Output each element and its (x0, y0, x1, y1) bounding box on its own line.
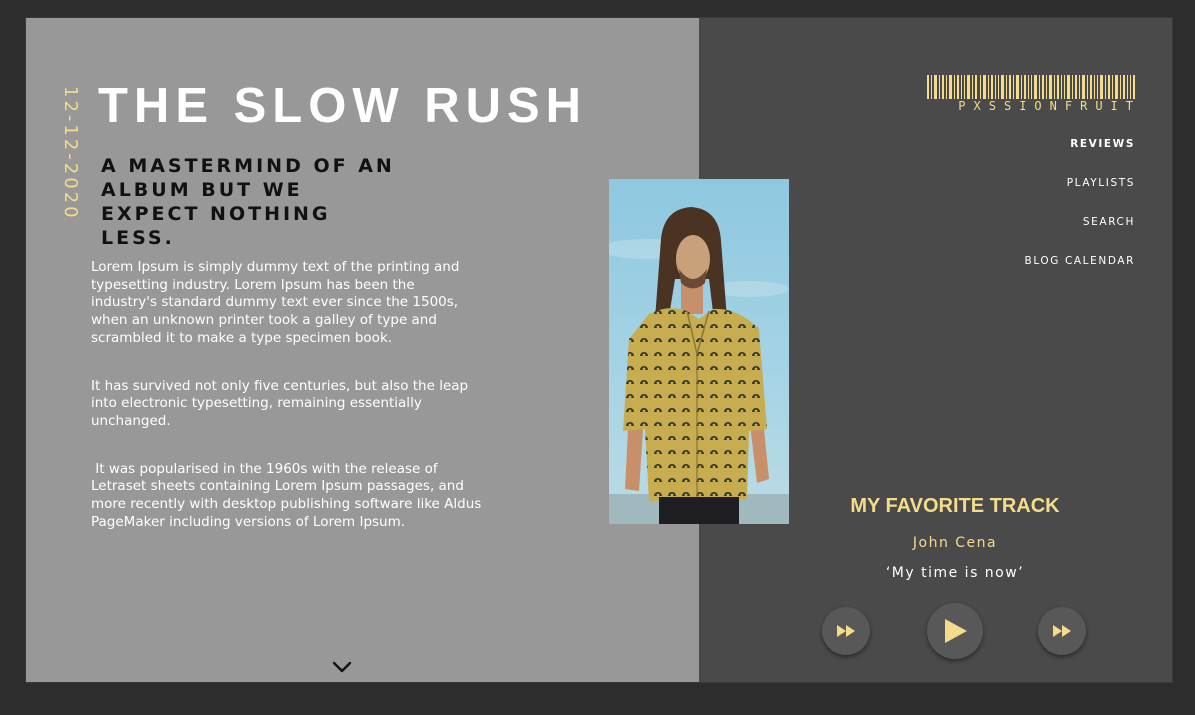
review-paragraph-3: It was popularised in the 1960s with the… (91, 460, 486, 530)
album-subtitle: A MASTERMIND OF AN ALBUM BUT WE EXPECT N… (101, 155, 395, 249)
previous-button[interactable] (822, 607, 870, 655)
track-title: ‘My time is now’ (885, 565, 1025, 581)
chevron-down-icon[interactable] (332, 660, 352, 674)
artist-photo (609, 179, 789, 524)
nav-item-playlists[interactable]: PLAYLISTS (1025, 176, 1135, 215)
main-nav: REVIEWS PLAYLISTS SEARCH BLOG CALENDAR (1025, 137, 1135, 293)
track-artist: John Cena (912, 535, 998, 551)
favorite-track: MY FAVORITE TRACK John Cena ‘My time is … (800, 495, 1110, 581)
nav-item-search[interactable]: SEARCH (1025, 215, 1135, 254)
barcode-icon (927, 75, 1135, 99)
nav-item-reviews[interactable]: REVIEWS (1025, 137, 1135, 176)
track-heading: MY FAVORITE TRACK (850, 495, 1060, 517)
nav-item-blog-calendar[interactable]: BLOG CALENDAR (1025, 254, 1135, 293)
release-date: 12-12-2020 (60, 86, 81, 221)
brand-name: PXSSIONFRUIT (958, 99, 1141, 113)
fast-forward-icon (837, 625, 855, 637)
review-body: Lorem Ipsum is simply dummy text of the … (91, 259, 483, 561)
page-frame: 12-12-2020 THE SLOW RUSH A MASTERMIND OF… (26, 18, 1172, 682)
article-panel: 12-12-2020 THE SLOW RUSH A MASTERMIND OF… (26, 18, 699, 682)
fast-forward-icon (1053, 625, 1071, 637)
play-icon (945, 619, 967, 643)
brand-logo[interactable]: PXSSIONFRUIT (925, 75, 1135, 113)
review-paragraph-1: Lorem Ipsum is simply dummy text of the … (91, 259, 460, 346)
play-button[interactable] (927, 603, 983, 659)
album-title: THE SLOW RUSH (98, 79, 588, 133)
review-paragraph-2: It has survived not only five centuries,… (91, 377, 469, 429)
next-button[interactable] (1038, 607, 1086, 655)
